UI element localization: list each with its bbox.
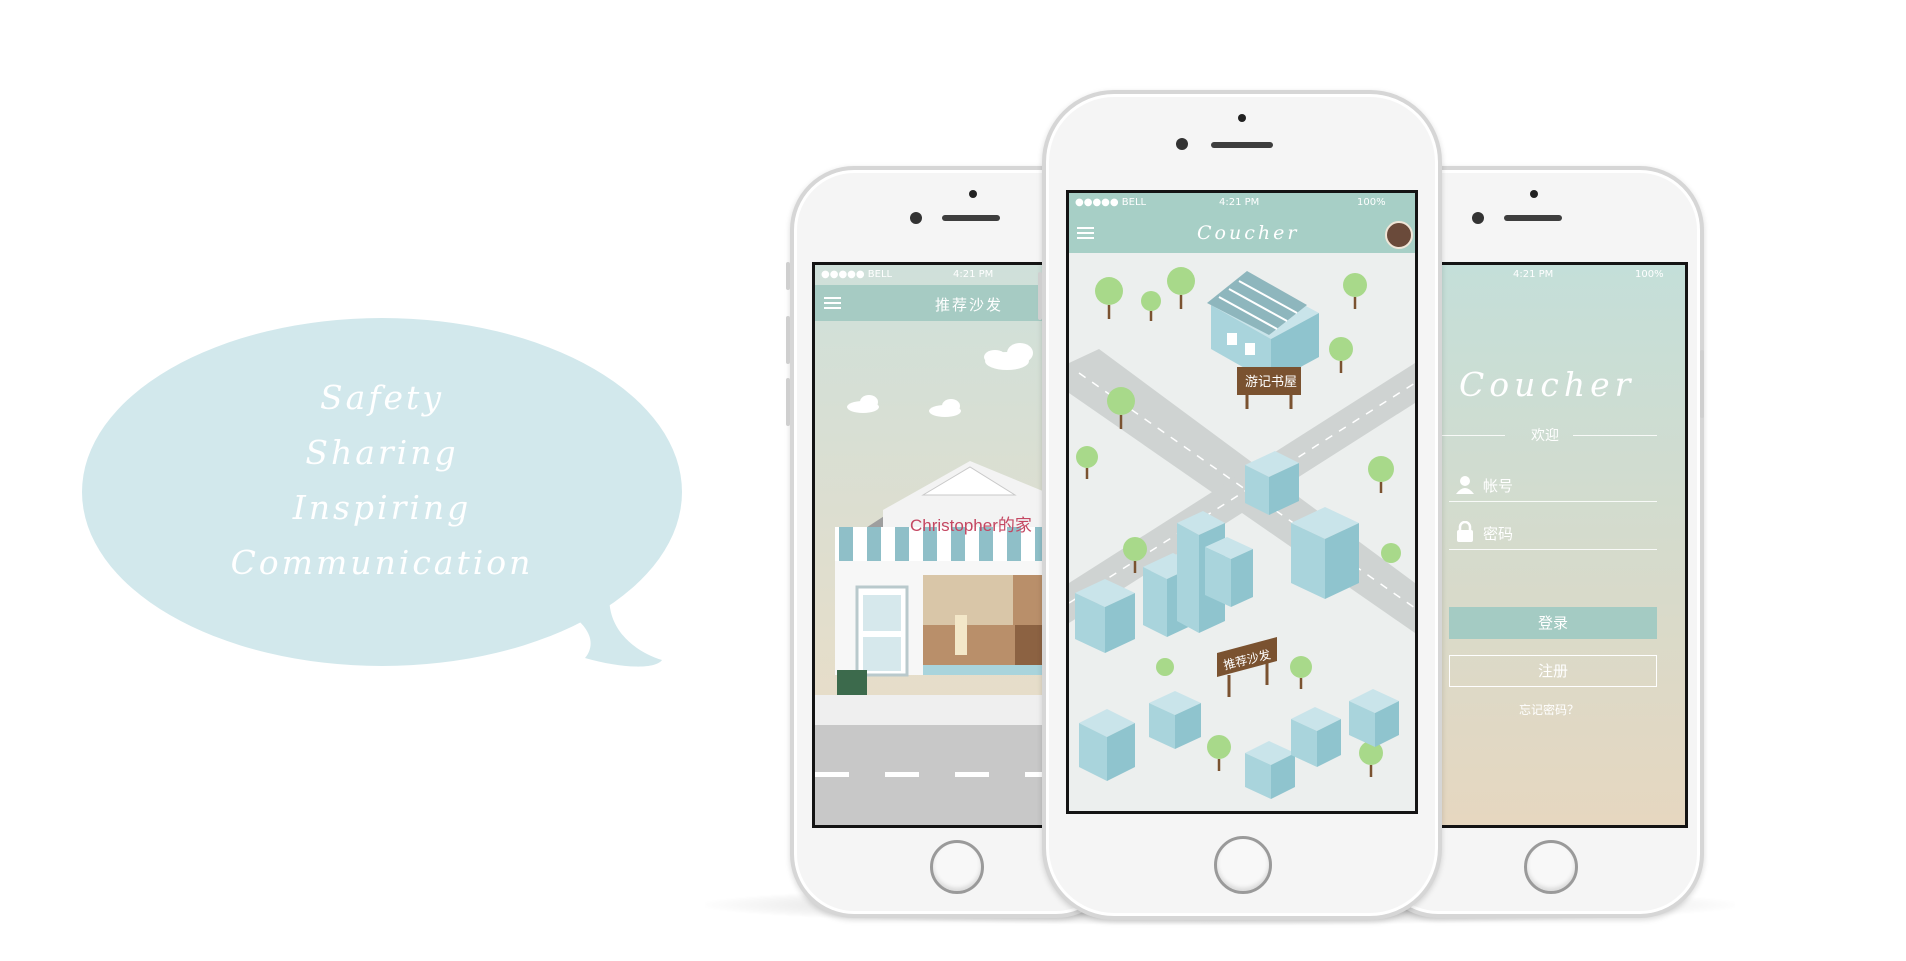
home-button[interactable] bbox=[1524, 840, 1578, 894]
battery-label: 100% bbox=[1635, 269, 1664, 280]
house-sign: Christopher的家 bbox=[910, 516, 1032, 535]
front-camera-icon bbox=[1176, 138, 1188, 150]
home-button[interactable] bbox=[1214, 836, 1272, 894]
app-title: Coucher bbox=[1459, 365, 1636, 404]
bubble-slogans: Safety Sharing Inspiring Communication bbox=[82, 370, 682, 590]
city-map[interactable] bbox=[1069, 253, 1415, 811]
slogan-safety: Safety bbox=[320, 378, 444, 417]
sensor-icon bbox=[1238, 114, 1246, 122]
power-button bbox=[1700, 350, 1704, 418]
earpiece-speaker bbox=[1504, 215, 1562, 221]
time-label: 4:21 PM bbox=[1219, 197, 1260, 208]
battery-label: 100% bbox=[1357, 197, 1386, 208]
center-navbar: Coucher bbox=[1069, 213, 1415, 253]
map-screen: ●●●●● BELL 4:21 PM 100% Coucher 游记书屋 推荐沙… bbox=[1066, 190, 1418, 814]
password-field[interactable]: 密码 bbox=[1483, 523, 1513, 544]
time-label: 4:21 PM bbox=[953, 269, 994, 280]
volume-button bbox=[786, 316, 790, 364]
front-camera-icon bbox=[910, 212, 922, 224]
password-underline bbox=[1449, 549, 1657, 550]
account-field[interactable]: 帐号 bbox=[1483, 475, 1513, 496]
bookstore-building bbox=[1207, 271, 1319, 383]
slogan-inspiring: Inspiring bbox=[292, 488, 472, 527]
volume-button bbox=[1038, 272, 1042, 320]
carrier-label: ●●●●● BELL bbox=[1075, 197, 1147, 208]
earpiece-speaker bbox=[1211, 142, 1273, 148]
register-button[interactable]: 注册 bbox=[1449, 655, 1657, 687]
lock-icon bbox=[1457, 521, 1473, 542]
sensor-icon bbox=[1530, 190, 1538, 198]
status-bar: ●●●●● BELL 4:21 PM 100% bbox=[1069, 193, 1415, 213]
earpiece-speaker bbox=[942, 215, 1000, 221]
slogan-communication: Communication bbox=[230, 543, 534, 582]
menu-icon[interactable] bbox=[824, 297, 841, 310]
center-phone: ●●●●● BELL 4:21 PM 100% Coucher 游记书屋 推荐沙… bbox=[1038, 90, 1442, 920]
divider bbox=[1573, 435, 1657, 436]
nav-title: 推荐沙发 bbox=[935, 296, 1004, 314]
front-camera-icon bbox=[1472, 212, 1484, 224]
account-underline bbox=[1449, 501, 1657, 502]
home-button[interactable] bbox=[930, 840, 984, 894]
user-icon bbox=[1456, 476, 1474, 494]
slogan-sharing: Sharing bbox=[305, 433, 459, 472]
welcome-label: 欢迎 bbox=[1531, 428, 1559, 444]
carrier-label: ●●●●● BELL bbox=[821, 269, 893, 280]
login-button[interactable]: 登录 bbox=[1449, 607, 1657, 639]
menu-icon[interactable] bbox=[1077, 227, 1094, 240]
side-button bbox=[786, 262, 790, 290]
forgot-password-link[interactable]: 忘记密码？ bbox=[1519, 701, 1579, 718]
volume-button bbox=[786, 378, 790, 426]
app-title: Coucher bbox=[1197, 222, 1300, 244]
sensor-icon bbox=[969, 190, 977, 198]
bookstore-sign-label[interactable]: 游记书屋 bbox=[1245, 371, 1297, 390]
avatar[interactable] bbox=[1385, 221, 1413, 249]
time-label: 4:21 PM bbox=[1513, 269, 1554, 280]
